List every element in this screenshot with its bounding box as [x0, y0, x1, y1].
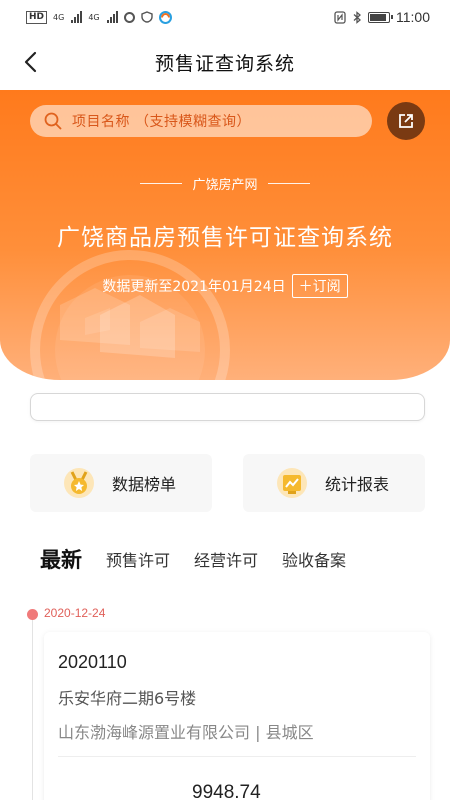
subscribe-button[interactable]: ＋订阅: [291, 274, 348, 298]
page-title: 预售证查询系统: [154, 52, 295, 75]
developer-district: 山东渤海峰源置业有限公司 | 县城区: [58, 723, 314, 742]
app-header: 预售证查询系统: [0, 34, 450, 90]
divider: [140, 183, 183, 184]
search-input[interactable]: 项目名称 （支持模糊查询）: [30, 105, 372, 137]
data-ranking-button[interactable]: 数据榜单: [30, 454, 212, 512]
quick-link-label: 数据榜单: [112, 475, 177, 494]
tab-presale-permit[interactable]: 预售许可: [106, 547, 170, 571]
quick-link-label: 统计报表: [325, 475, 390, 494]
battery-icon: [368, 11, 393, 23]
circle-icon: [123, 11, 135, 23]
tab-business-permit[interactable]: 经营许可: [194, 547, 258, 571]
nfc-icon: [334, 10, 346, 24]
presale-area: 9948.74: [192, 782, 261, 800]
site-name: 广饶房产网: [192, 178, 258, 193]
site-name-row: 广饶房产网: [0, 174, 450, 193]
share-icon: [399, 114, 413, 128]
app-icon: [158, 10, 172, 24]
tab-acceptance-filing[interactable]: 验收备案: [282, 547, 346, 571]
statistics-report-button[interactable]: 统计报表: [243, 454, 425, 512]
notice-card: [30, 393, 425, 421]
signal-icon: [106, 11, 118, 23]
vpn-shield-icon: [140, 11, 153, 23]
chevron-left-icon: [24, 51, 37, 73]
status-bar: HD 4G 4G 11:00: [0, 0, 450, 34]
chart-report-icon: [275, 466, 309, 500]
category-tabs: 最新 预售许可 经营许可 验收备案: [40, 544, 346, 574]
divider: [58, 756, 416, 757]
status-left: HD 4G 4G: [26, 10, 172, 24]
search-icon: [44, 112, 62, 130]
divider: [267, 183, 310, 184]
timeline-line: [32, 614, 33, 800]
project-name: 乐安华府二期6号楼: [58, 689, 197, 708]
permit-number: 2020110: [58, 652, 127, 672]
timeline-date: 2020-12-24: [44, 606, 106, 620]
signal-label-1: 4G: [53, 12, 65, 22]
banner-title: 广饶商品房预售许可证查询系统: [57, 225, 393, 251]
signal-label-2: 4G: [88, 12, 100, 22]
status-time: 11:00: [396, 9, 430, 25]
medal-icon: [62, 466, 96, 500]
back-button[interactable]: [10, 42, 50, 82]
status-right: 11:00: [334, 9, 430, 25]
search-placeholder: 项目名称 （支持模糊查询）: [72, 114, 251, 130]
bluetooth-icon: [353, 10, 361, 24]
hero-banner: 项目名称 （支持模糊查询） 广饶房产网 广饶商品房预售许可证查询系统 数据更新至…: [0, 90, 450, 380]
signal-icon: [71, 11, 83, 23]
share-button[interactable]: [387, 102, 425, 140]
permit-record-card[interactable]: 2020110 乐安华府二期6号楼 山东渤海峰源置业有限公司 | 县城区 994…: [44, 632, 430, 800]
timeline-dot: [27, 609, 38, 620]
update-row: 数据更新至2021年01月24日 ＋订阅: [0, 274, 450, 298]
update-text: 数据更新至2021年01月24日: [102, 279, 286, 295]
hd-icon: HD: [26, 10, 48, 24]
tab-latest[interactable]: 最新: [40, 544, 82, 574]
